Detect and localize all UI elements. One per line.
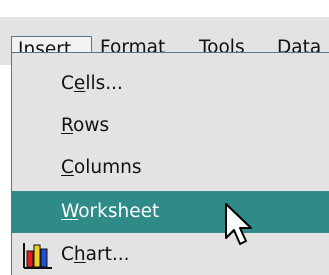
menu-item-cells[interactable]: Cells... xyxy=(12,63,329,105)
menu-item-chart[interactable]: Chart... xyxy=(12,234,329,275)
menu-item-columns-label: Columns xyxy=(61,157,142,178)
menu-item-chart-label: Chart... xyxy=(61,244,130,265)
menu-item-columns[interactable]: Columns xyxy=(12,147,329,189)
bar-chart-icon xyxy=(22,241,54,271)
insert-dropdown-menu: Cells... Rows Columns Worksheet Chart... xyxy=(11,52,329,275)
menu-item-rows[interactable]: Rows xyxy=(12,105,329,147)
menu-item-cells-label: Cells... xyxy=(61,73,123,94)
menu-item-worksheet[interactable]: Worksheet xyxy=(12,191,329,233)
app-window: Insert Format Tools Data Cells... Rows C… xyxy=(0,0,329,275)
menu-item-rows-label: Rows xyxy=(61,115,110,136)
menu-item-worksheet-label: Worksheet xyxy=(61,201,160,222)
